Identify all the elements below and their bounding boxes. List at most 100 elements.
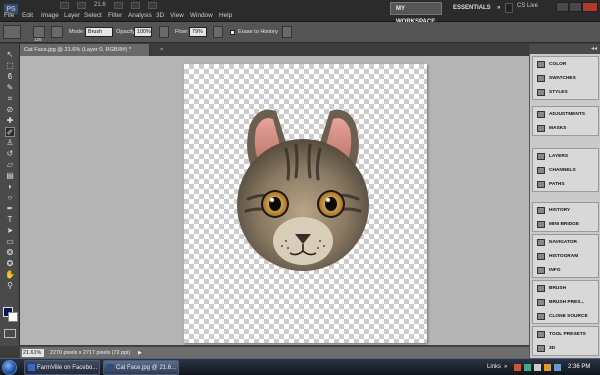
- zoom-level-display[interactable]: 21.6: [94, 2, 106, 11]
- zoom-field[interactable]: 21.61%: [22, 349, 44, 357]
- menu-help[interactable]: Help: [219, 12, 232, 19]
- panel-info[interactable]: INFO: [533, 263, 598, 277]
- gradient-tool[interactable]: ▤: [5, 171, 15, 181]
- panel-channels[interactable]: CHANNELS: [533, 163, 598, 177]
- background-color-swatch[interactable]: [8, 312, 18, 322]
- taskbar-item-photoshop[interactable]: Cat Face.jpg @ 21.6...: [103, 360, 179, 375]
- healing-brush-tool[interactable]: ✚: [5, 116, 15, 126]
- menu-3d[interactable]: 3D: [156, 12, 164, 19]
- menu-view[interactable]: View: [170, 12, 184, 19]
- erase-to-history-checkbox[interactable]: [230, 30, 235, 35]
- panel-dock-header[interactable]: ◂◂: [529, 44, 600, 54]
- zoom-tool[interactable]: ⚲: [5, 281, 15, 291]
- opacity-input[interactable]: 100%: [134, 27, 152, 37]
- show-hidden-icons-button[interactable]: »: [504, 364, 507, 370]
- marquee-tool[interactable]: ⬚: [5, 61, 15, 71]
- image-canvas[interactable]: [184, 64, 427, 343]
- lasso-tool[interactable]: ϐ: [5, 72, 15, 82]
- close-window-button[interactable]: [582, 2, 598, 12]
- menu-file[interactable]: File: [4, 12, 14, 19]
- eraser-tool[interactable]: ▱: [5, 160, 15, 170]
- search-input[interactable]: [505, 3, 513, 13]
- panel-paths[interactable]: PATHS: [533, 177, 598, 191]
- brush-tool[interactable]: ✐: [5, 127, 15, 137]
- 3d-orbit-tool[interactable]: ✪: [5, 259, 15, 269]
- panel-3d[interactable]: 3D: [533, 341, 598, 355]
- panel-brush[interactable]: BRUSH: [533, 281, 598, 295]
- path-selection-tool[interactable]: ➤: [5, 226, 15, 236]
- panel-histogram[interactable]: HISTOGRAM: [533, 249, 598, 263]
- clone-stamp-tool[interactable]: ♙: [5, 138, 15, 148]
- brush-panel-toggle-icon[interactable]: [51, 26, 63, 38]
- links-toolbar[interactable]: Links: [487, 364, 501, 370]
- history-brush-tool[interactable]: ↺: [5, 149, 15, 159]
- menu-edit[interactable]: Edit: [22, 12, 33, 19]
- volume-icon[interactable]: [534, 364, 541, 371]
- cs-live-button[interactable]: CS Live: [517, 3, 538, 9]
- taskbar-item-farmville[interactable]: FarmVille on Facebo...: [24, 360, 100, 375]
- menu-analysis[interactable]: Analysis: [128, 12, 152, 19]
- airbrush-icon[interactable]: [213, 26, 223, 38]
- menu-filter[interactable]: Filter: [108, 12, 122, 19]
- panel-styles[interactable]: STYLES: [533, 85, 598, 99]
- crop-tool[interactable]: ⌗: [5, 94, 15, 104]
- panel-layers[interactable]: LAYERS: [533, 149, 598, 163]
- start-button[interactable]: [2, 360, 17, 375]
- type-tool[interactable]: T: [5, 215, 15, 225]
- panel-tool-presets[interactable]: TOOL PRESETS: [533, 327, 598, 341]
- panel-adjustments[interactable]: ADJUSTMENTS: [533, 107, 598, 121]
- maximize-button[interactable]: [569, 2, 582, 12]
- pressure-size-icon[interactable]: [282, 26, 292, 38]
- menu-image[interactable]: Image: [41, 12, 59, 19]
- menu-window[interactable]: Window: [190, 12, 213, 19]
- histogram-icon: [537, 252, 545, 260]
- tool-preset-picker[interactable]: [3, 25, 21, 39]
- quick-mask-button[interactable]: [4, 329, 16, 338]
- menu-layer[interactable]: Layer: [64, 12, 80, 19]
- document-tab[interactable]: Cat Face.jpg @ 21.6% (Layer 0, RGB/8#) *…: [20, 44, 163, 56]
- screen-mode-icon[interactable]: [147, 2, 157, 9]
- hand-tool[interactable]: ✋: [5, 270, 15, 280]
- close-document-icon[interactable]: ×: [160, 44, 163, 56]
- dodge-tool[interactable]: ○: [5, 193, 15, 203]
- security-icon[interactable]: [514, 364, 521, 371]
- blur-tool[interactable]: ◗: [5, 182, 15, 192]
- arrange-documents-icon[interactable]: [130, 2, 140, 9]
- network-icon[interactable]: [524, 364, 531, 371]
- panel-color[interactable]: COLOR: [533, 57, 598, 71]
- panel-history[interactable]: HISTORY: [533, 203, 598, 217]
- collapse-panels-icon[interactable]: ◂◂: [591, 45, 597, 52]
- eyedropper-tool[interactable]: ⊘: [5, 105, 15, 115]
- update-icon[interactable]: [544, 364, 551, 371]
- pressure-opacity-icon[interactable]: [159, 26, 169, 38]
- menu-select[interactable]: Select: [84, 12, 102, 19]
- panel-swatches[interactable]: SWATCHES: [533, 71, 598, 85]
- panel-group: ADJUSTMENTS MASKS: [532, 106, 599, 136]
- mini-bridge-icon[interactable]: [77, 2, 86, 9]
- bridge-icon[interactable]: [60, 2, 69, 9]
- panel-clone-source[interactable]: CLONE SOURCE: [533, 309, 598, 323]
- panel-brush-pres[interactable]: BRUSH PRES...: [533, 295, 598, 309]
- status-menu-arrow-icon[interactable]: ▶: [138, 350, 142, 356]
- panel-group: HISTORY MINI BRIDGE: [532, 202, 599, 232]
- workspace-my-workspace-button[interactable]: MY WORKSPACE: [390, 2, 442, 25]
- pen-tool[interactable]: ✒: [5, 204, 15, 214]
- language-icon[interactable]: [554, 364, 561, 371]
- panel-navigator[interactable]: NAVIGATOR: [533, 235, 598, 249]
- shape-tool[interactable]: ▭: [5, 237, 15, 247]
- panel-masks[interactable]: MASKS: [533, 121, 598, 135]
- tool-presets-icon: [537, 330, 545, 338]
- hand-icon[interactable]: [113, 2, 123, 9]
- mode-select[interactable]: Brush: [85, 27, 113, 37]
- flow-input[interactable]: 79%: [189, 27, 207, 37]
- styles-icon: [537, 88, 545, 96]
- document-window[interactable]: [20, 56, 529, 345]
- quick-selection-tool[interactable]: ✎: [5, 83, 15, 93]
- 3d-rotate-tool[interactable]: ❂: [5, 248, 15, 258]
- workspace-essentials-button[interactable]: ESSENTIALS: [448, 2, 492, 15]
- workspace-more-button[interactable]: »: [492, 2, 502, 15]
- panel-mini-bridge[interactable]: MINI BRIDGE: [533, 217, 598, 231]
- move-tool[interactable]: ↖: [5, 50, 15, 60]
- document-info: 2270 pixels x 2717 pixels (72 ppi): [50, 350, 131, 356]
- minimize-button[interactable]: [556, 2, 569, 12]
